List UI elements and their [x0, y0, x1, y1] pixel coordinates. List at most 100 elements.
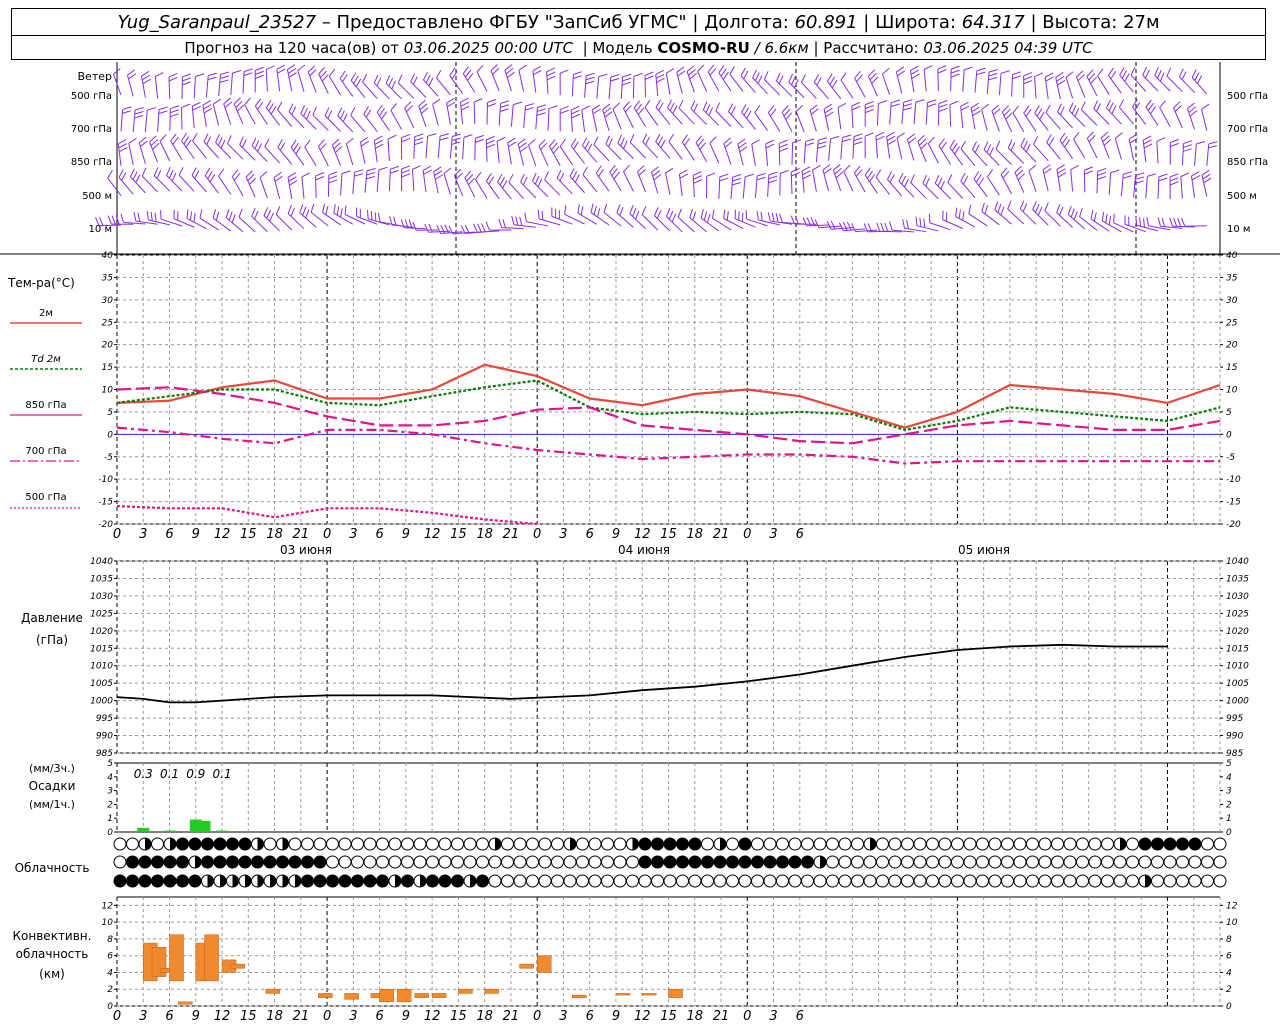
cloud-cover-symbol: [263, 855, 277, 869]
wind-barb-feather: [1073, 211, 1078, 220]
convective-bar: [571, 994, 587, 998]
wind-barb-feather: [1194, 72, 1200, 81]
wind-barb-feather: [672, 105, 678, 114]
wind-barb-feather: [370, 211, 373, 221]
wind-barb-feather: [822, 164, 831, 171]
wind-barb-feather: [293, 142, 299, 151]
wind-barb-feather: [834, 167, 842, 175]
cloud-cover-symbol: [426, 874, 439, 888]
wind-barb-feather: [353, 75, 359, 84]
wind-barb-feather: [318, 67, 326, 75]
wind-barb-feather: [481, 223, 486, 232]
wind-barb-feather: [537, 209, 540, 219]
wind-barb-feather: [192, 105, 201, 111]
wind-barb-feather: [851, 105, 861, 111]
wind-barb-feather: [739, 146, 748, 153]
temp-ytick-label-right: 5: [1226, 408, 1232, 418]
wind-barb-feather: [866, 170, 873, 179]
cloud-cover-symbol: [651, 855, 664, 869]
wind-barb-feather: [1113, 213, 1115, 223]
wind-barb-feather: [135, 174, 141, 183]
wind-barb-feather: [886, 171, 893, 180]
wind-barb-staff: [173, 218, 195, 228]
wind-barb-feather: [270, 106, 277, 115]
precip-ytick-label: 5: [107, 759, 113, 769]
wind-barb-feather: [635, 103, 643, 112]
wind-barb-feather: [134, 115, 144, 119]
cloud-cover-symbol: [976, 837, 989, 851]
pressure-ytick-label: 1005: [90, 679, 113, 689]
wind-barb-feather: [170, 109, 179, 114]
wind-barbs: [95, 64, 1218, 235]
wind-barb-feather: [520, 173, 525, 183]
wind-level-3-right: 850 гПа: [1227, 157, 1268, 168]
wind-barb-feather: [277, 101, 283, 111]
wind-barb-feather: [737, 138, 746, 145]
wind-barb-staff: [840, 79, 854, 99]
wind-barb-feather: [1046, 134, 1052, 143]
wind-barb-feather: [1012, 75, 1022, 80]
wind-barb-staff: [697, 71, 708, 92]
wind-barb-staff: [668, 141, 683, 160]
wind-barb-feather: [805, 138, 815, 143]
wind-barb-feather: [1118, 99, 1125, 108]
wind-barb-feather: [320, 70, 327, 78]
cloud-cover-symbol: [613, 837, 627, 851]
wind-barb-feather: [1010, 142, 1016, 151]
cloud-cover-half: [1120, 838, 1126, 850]
wind-barb-feather: [171, 172, 177, 182]
wind-barb-feather: [613, 171, 620, 180]
wind-barb-feather: [518, 64, 527, 71]
wind-barb-feather: [709, 68, 717, 76]
time-tick-label-bottom: 15: [660, 1009, 677, 1024]
cloud-cover-symbol: [851, 874, 864, 888]
wind-barb-feather: [768, 179, 778, 184]
wind-barb-feather: [207, 170, 213, 180]
wind-barb-feather: [243, 68, 253, 73]
wind-barb-feather: [660, 139, 666, 149]
cloud-cover-symbol: [676, 855, 689, 869]
wind-barb-staff: [1100, 137, 1110, 159]
cloud-cover-symbol: [488, 874, 502, 888]
wind-barb-feather: [496, 136, 506, 142]
wind-barb-staff: [205, 75, 209, 98]
temp-ytick-label: 25: [102, 318, 114, 328]
cloud-cover-symbol: [176, 855, 189, 869]
wind-barb-staff: [906, 139, 915, 161]
cloud-cover-symbol: [113, 855, 127, 869]
wind-barb-feather: [720, 68, 727, 77]
cloud-cover-symbol: [163, 874, 177, 888]
wind-barb-staff: [1034, 76, 1037, 99]
cloud-cover-symbol: [688, 837, 702, 851]
wind-barb-staff: [998, 73, 1002, 96]
cloud-cover-symbol: [838, 874, 852, 888]
wind-barb-feather: [983, 141, 989, 150]
wind-barb-staff: [1120, 174, 1124, 197]
cloud-cover-symbol: [1151, 855, 1164, 869]
wind-barb-staff: [876, 103, 879, 126]
wind-barb-feather: [354, 169, 364, 173]
wind-barb-feather: [925, 177, 930, 187]
wind-barb-feather: [604, 111, 613, 118]
wind-barb-feather: [1035, 203, 1040, 213]
wind-barb-feather: [139, 140, 148, 147]
wind-barb-feather: [1197, 75, 1203, 84]
wind-barb-feather: [573, 71, 583, 75]
wind-barb-staff: [141, 175, 158, 193]
cloud-cover-symbol: [376, 855, 389, 869]
wind-barb-feather: [134, 111, 144, 115]
wind-barb-feather: [1158, 177, 1168, 182]
wind-barb-feather: [552, 146, 560, 154]
wind-barb-feather: [524, 212, 527, 222]
wind-barb-feather: [1096, 103, 1101, 112]
wind-barb-feather: [901, 175, 907, 185]
cloud-cover-symbol: [901, 837, 914, 851]
wind-barb-feather: [546, 67, 556, 73]
wind-barb-feather: [830, 220, 836, 230]
wind-barb-feather: [623, 101, 630, 109]
wind-barb-feather: [623, 140, 628, 149]
cloud-cover-symbol: [313, 837, 327, 851]
wind-barb-staff: [707, 71, 720, 92]
temp-ytick-label-right: 20: [1226, 341, 1238, 351]
wind-barb-staff: [1086, 138, 1098, 159]
